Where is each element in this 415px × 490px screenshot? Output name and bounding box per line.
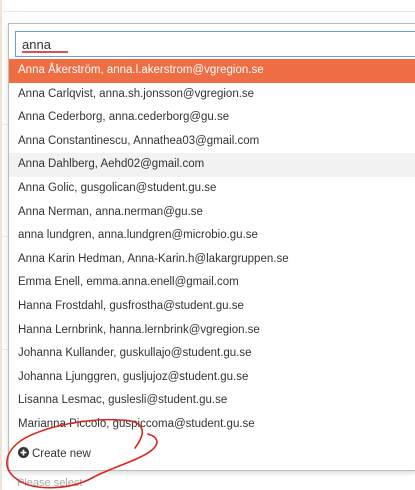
- result-option[interactable]: Anna Cederborg, anna.cederborg@gu.se: [9, 106, 415, 130]
- result-option[interactable]: Anna Karin Hedman, Anna-Karin.h@lakargru…: [9, 248, 415, 272]
- create-new-button[interactable]: Create new: [18, 443, 91, 465]
- result-option[interactable]: Anna Constantinescu, Annathea03@gmail.co…: [9, 130, 415, 154]
- result-option[interactable]: Emma Enell, emma.anna.enell@gmail.com: [9, 271, 415, 295]
- result-option[interactable]: Anna Golic, gusgolican@student.gu.se: [9, 177, 415, 201]
- spellcheck-underline: [22, 51, 68, 53]
- plus-circle-icon: [18, 447, 29, 459]
- background-accent: [0, 0, 2, 490]
- result-option[interactable]: Johanna Ljunggren, gusljujoz@student.gu.…: [9, 366, 415, 390]
- result-option[interactable]: Anna Nerman, anna.nerman@gu.se: [9, 201, 415, 225]
- search-field: [15, 31, 415, 57]
- result-option[interactable]: Marianna Piccolo, guspiccoma@student.gu.…: [9, 413, 415, 437]
- autocomplete-dropdown: Anna Åkerström, anna.l.akerstrom@vgregio…: [8, 23, 415, 471]
- result-option[interactable]: Hanna Frostdahl, gusfrostha@student.gu.s…: [9, 295, 415, 319]
- select-placeholder[interactable]: Please select: [17, 477, 82, 489]
- result-option[interactable]: anna lundgren, anna.lundgren@microbio.gu…: [9, 224, 415, 248]
- result-option[interactable]: Hanna Lernbrink, hanna.lernbrink@vgregio…: [9, 319, 415, 343]
- results-list: Anna Åkerström, anna.l.akerstrom@vgregio…: [9, 59, 415, 437]
- result-option[interactable]: Lisanna Lesmac, guslesli@student.gu.se: [9, 389, 415, 413]
- result-option[interactable]: Johanna Kullander, guskullajo@student.gu…: [9, 342, 415, 366]
- result-option[interactable]: Anna Dahlberg, Aehd02@gmail.com: [9, 153, 415, 177]
- create-new-label: Create new: [32, 448, 91, 460]
- result-option[interactable]: Anna Carlqvist, anna.sh.jonsson@vgregion…: [9, 83, 415, 107]
- search-input[interactable]: [15, 31, 415, 57]
- result-option[interactable]: Anna Åkerström, anna.l.akerstrom@vgregio…: [9, 59, 415, 83]
